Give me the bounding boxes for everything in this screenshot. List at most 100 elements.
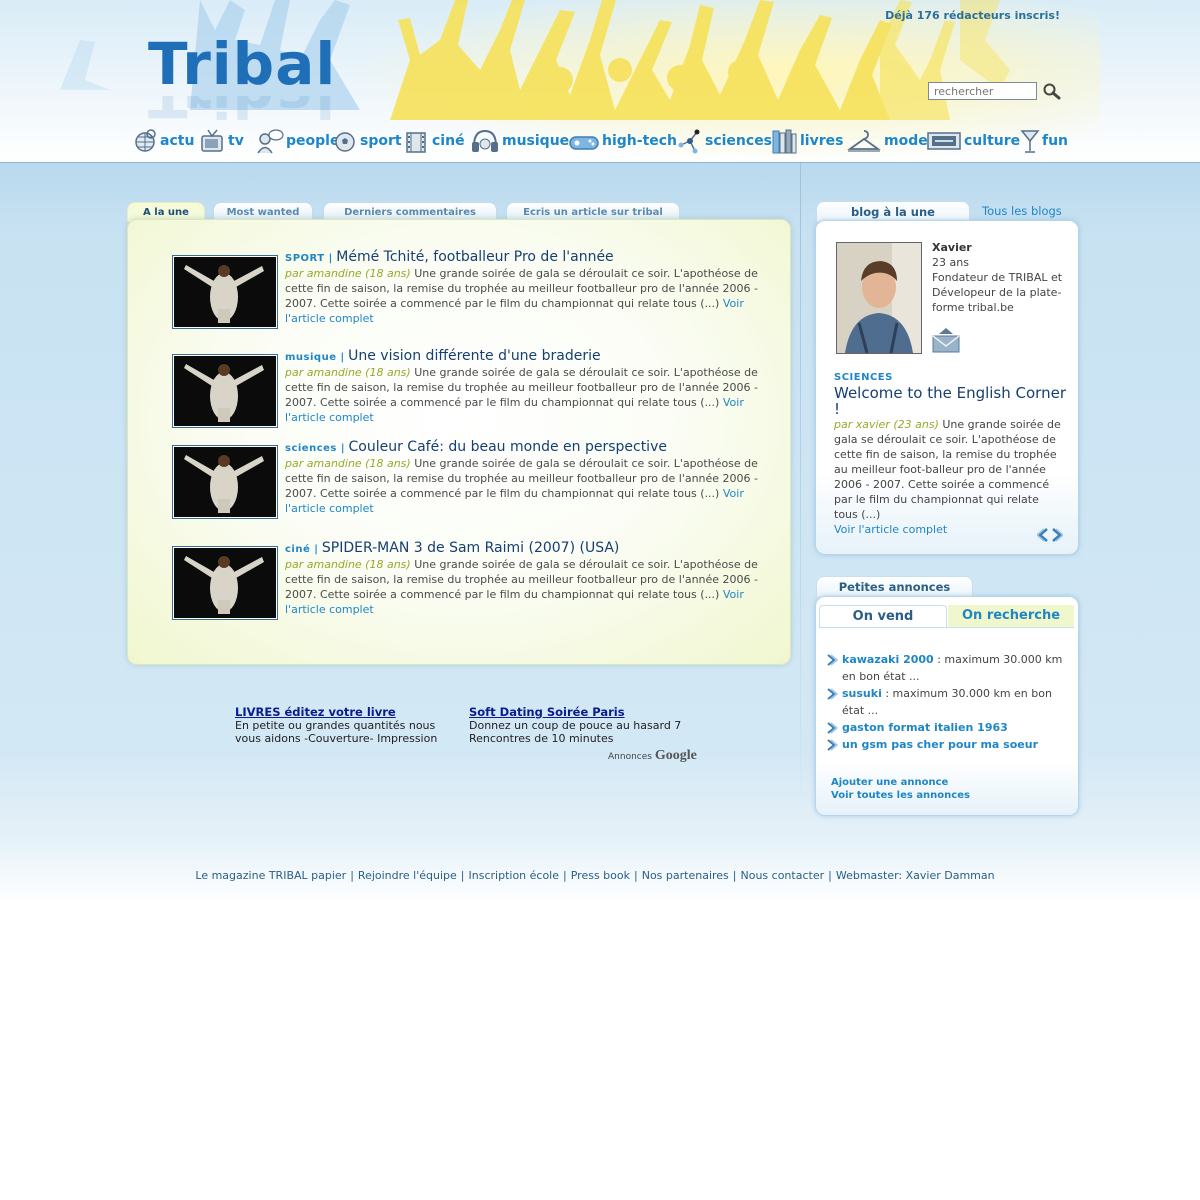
bullet-arrow-icon (827, 739, 838, 751)
nav-item-culture[interactable]: culture (926, 126, 1020, 156)
ticket-icon (927, 132, 961, 150)
add-classified-link[interactable]: Ajouter une annonce (831, 777, 948, 788)
gamepad-icon (569, 136, 599, 150)
article-category[interactable]: musique | (285, 352, 345, 363)
tab-blog-a-la-une[interactable]: blog à la une (816, 201, 970, 222)
article-title[interactable]: Mémé Tchité, footballeur Pro de l'année (336, 249, 613, 265)
nav-item-mode[interactable]: mode (846, 126, 928, 156)
footer-link-partners[interactable]: Nos partenaires (642, 869, 729, 882)
search-input[interactable] (928, 82, 1037, 100)
article-author[interactable]: par amandine (18 ans) (285, 558, 411, 571)
nav-item-fun[interactable]: fun (1020, 126, 1068, 156)
nav-item-sport[interactable]: sport (334, 126, 402, 156)
classified-item[interactable]: gaston format italien 1963 (826, 719, 1066, 736)
footer-separator: | (828, 869, 832, 882)
article-title[interactable]: SPIDER-MAN 3 de Sam Raimi (2007) (USA) (322, 540, 620, 556)
nav-item-sciences[interactable]: sciences (677, 126, 772, 156)
classified-item[interactable]: susuki : maximum 30.000 km en bon état .… (826, 685, 1066, 719)
nav-item-tv[interactable]: tv (200, 126, 244, 156)
nav-label: culture (964, 133, 1021, 149)
nav-item-livres[interactable]: livres (770, 126, 843, 156)
registered-writers-count: Déjà 176 rédacteurs inscris! (885, 9, 1060, 22)
nav-label: livres (800, 133, 844, 149)
blog-read-more-link[interactable]: Voir l'article complet (834, 523, 947, 536)
classified-title[interactable]: un gsm pas cher pour ma soeur (842, 738, 1038, 751)
blogger-avatar[interactable] (836, 242, 922, 354)
featured-articles-panel: SPORT | Mémé Tchité, footballeur Pro de … (127, 219, 791, 665)
article-thumbnail[interactable] (172, 445, 278, 519)
ad-line: Donnez un coup de pouce au hasard 7 (469, 719, 682, 732)
site-logo[interactable]: Tribal (148, 32, 336, 96)
previous-arrow-icon[interactable] (1037, 528, 1049, 542)
cocktail-icon (1020, 130, 1040, 153)
nav-label: sport (360, 133, 402, 149)
nav-item-musique[interactable]: musique (470, 126, 569, 156)
nav-item-high-tech[interactable]: high-tech (568, 126, 677, 156)
blog-author[interactable]: par xavier (23 ans) (834, 418, 939, 431)
tab-on-vend[interactable]: On vend (819, 605, 947, 628)
nav-item-actu[interactable]: actu (134, 126, 194, 156)
subtab-divider (819, 627, 1074, 628)
ad-line: Rencontres de 10 minutes (469, 732, 614, 745)
nav-item-cine[interactable]: ciné (404, 126, 465, 156)
article-category[interactable]: SPORT | (285, 253, 333, 264)
blogger-bio: Fondateur de TRIBAL et Dévelopeur de la … (932, 271, 1063, 314)
blogger-info: Xavier 23 ans Fondateur de TRIBAL et Dév… (932, 240, 1067, 315)
globe-icon (135, 129, 156, 152)
envelope-icon[interactable] (931, 328, 963, 356)
google-ads-prefix: Annonces (608, 752, 652, 762)
sidebar-divider (800, 163, 801, 823)
next-arrow-icon[interactable] (1051, 528, 1063, 542)
classified-item[interactable]: un gsm pas cher pour ma soeur (826, 736, 1066, 753)
article-title[interactable]: Une vision différente d'une braderie (348, 348, 600, 364)
tab-petites-annonces[interactable]: Petites annonces (816, 576, 973, 597)
article-title[interactable]: Couleur Café: du beau monde en perspecti… (349, 439, 667, 455)
classified-title[interactable]: gaston format italien 1963 (842, 721, 1008, 734)
tab-on-recherche[interactable]: On recherche (948, 605, 1074, 627)
google-logo: Google (654, 748, 697, 763)
nav-item-people[interactable]: people (256, 126, 339, 156)
footer-separator: | (460, 869, 465, 882)
article-category[interactable]: ciné | (285, 544, 318, 555)
all-blogs-link[interactable]: Tous les blogs (982, 204, 1062, 218)
blog-title[interactable]: Welcome to the English Corner ! (834, 385, 1066, 417)
article-author[interactable]: par amandine (18 ans) (285, 457, 411, 470)
footer-link-press[interactable]: Press book (571, 869, 630, 882)
ad-title-link[interactable]: Soft Dating Soirée Paris (469, 706, 681, 719)
article-category[interactable]: sciences | (285, 443, 345, 454)
footer-separator: | (732, 869, 737, 882)
hanger-icon (847, 130, 881, 152)
blog-category[interactable]: SCIENCES (834, 370, 1066, 385)
footer-link-school[interactable]: Inscription école (469, 869, 560, 882)
article-thumbnail[interactable] (172, 255, 278, 329)
headphones-icon (472, 129, 498, 152)
footballer-photo (174, 447, 274, 513)
ad-line: vous aidons -Couverture- Impression (235, 732, 438, 745)
ad-title-link[interactable]: LIVRES éditez votre livre (235, 706, 437, 719)
all-classifieds-link[interactable]: Voir toutes les annonces (831, 790, 970, 801)
nav-label: tv (228, 133, 244, 149)
classified-title[interactable]: kawazaki 2000 (842, 653, 934, 666)
nav-label: mode (884, 133, 928, 149)
article-author[interactable]: par amandine (18 ans) (285, 366, 411, 379)
tv-icon (201, 129, 223, 152)
blogger-name[interactable]: Xavier (932, 240, 1067, 255)
footer-link-webmaster[interactable]: Webmaster: Xavier Damman (836, 869, 995, 882)
footer-link-magazine[interactable]: Le magazine TRIBAL papier (195, 869, 346, 882)
nav-label: actu (160, 133, 195, 149)
classified-title[interactable]: susuki (842, 687, 882, 700)
article-author[interactable]: par amandine (18 ans) (285, 267, 411, 280)
search-icon[interactable] (1042, 82, 1062, 100)
footer-link-contact[interactable]: Nous contacter (741, 869, 825, 882)
classified-item[interactable]: kawazaki 2000 : maximum 30.000 km en bon… (826, 651, 1066, 685)
footer-link-join[interactable]: Rejoindre l'équipe (358, 869, 457, 882)
footer-separator: | (350, 869, 354, 882)
nav-label: sciences (705, 133, 773, 149)
footballer-photo (174, 548, 274, 614)
google-ads-label[interactable]: Annonces Google (608, 748, 697, 764)
text-ad: LIVRES éditez votre livre En petite ou g… (235, 706, 438, 746)
footer-separator: | (634, 869, 638, 882)
people-icon (257, 129, 284, 154)
article-thumbnail[interactable] (172, 546, 278, 620)
article-thumbnail[interactable] (172, 354, 278, 428)
